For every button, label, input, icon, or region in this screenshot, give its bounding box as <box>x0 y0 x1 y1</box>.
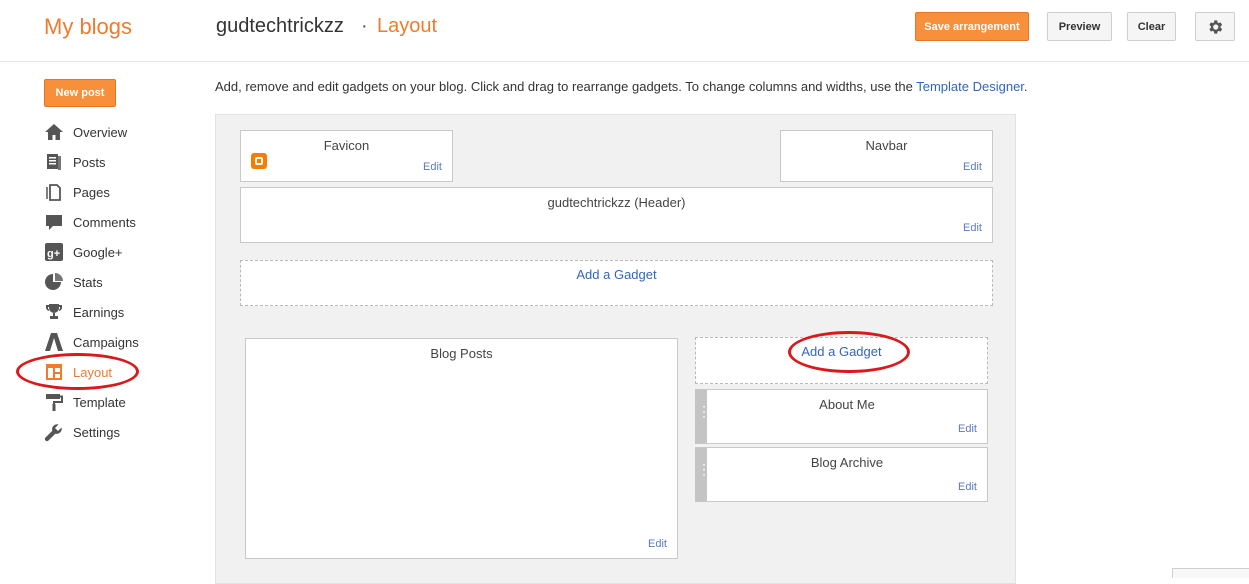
pages-icon <box>46 184 61 201</box>
layout-icon <box>46 364 62 380</box>
intro-description: Add, remove and edit gadgets on your blo… <box>215 79 917 94</box>
gadget-title: Blog Archive <box>810 455 884 470</box>
sidebar-item-label: Overview <box>73 124 128 140</box>
edit-link[interactable]: Edit <box>423 161 442 173</box>
page-title: Layout <box>377 15 438 37</box>
preview-button[interactable]: Preview <box>1047 12 1112 41</box>
svg-text:g+: g+ <box>47 248 60 260</box>
sidebar-item-label: Google+ <box>73 244 123 260</box>
sidebar-item-template[interactable]: Template <box>44 387 184 417</box>
top-bar: My blogs gudtechtrickzz · Layout Save ar… <box>0 0 1249 62</box>
save-arrangement-button[interactable]: Save arrangement <box>915 12 1029 41</box>
sidebar-item-google-plus[interactable]: g+ Google+ <box>44 237 184 267</box>
edit-link[interactable]: Edit <box>958 423 977 435</box>
gadget-title: Favicon <box>323 138 370 153</box>
sidebar-item-posts[interactable]: Posts <box>44 147 184 177</box>
sidebar-item-label: Template <box>73 394 126 410</box>
sidebar-item-label: Layout <box>73 364 113 380</box>
new-post-button[interactable]: New post <box>44 79 116 107</box>
sidebar-item-comments[interactable]: Comments <box>44 207 184 237</box>
blog-name[interactable]: gudtechtrickzz <box>216 15 344 38</box>
sidebar-item-label: Pages <box>73 184 110 200</box>
gadget-header[interactable]: gudtechtrickzz (Header) Edit <box>240 187 993 243</box>
sidebar-item-label: Campaigns <box>73 334 139 350</box>
add-gadget-link[interactable]: Add a Gadget <box>241 267 992 282</box>
gear-icon <box>1209 19 1223 34</box>
blogger-icon <box>251 153 267 169</box>
add-gadget-link[interactable]: Add a Gadget <box>696 344 987 359</box>
title-separator: · <box>361 15 368 37</box>
sidebar-item-layout[interactable]: Layout <box>44 357 184 387</box>
edit-link[interactable]: Edit <box>963 222 982 234</box>
gadget-title: Blog Posts <box>430 346 493 361</box>
posts-icon <box>47 154 61 170</box>
add-gadget-sidebar[interactable]: Add a Gadget <box>695 337 988 384</box>
google-plus-icon: g+ <box>45 243 63 261</box>
pie-chart-icon <box>45 273 63 290</box>
intro-text: Add, remove and edit gadgets on your blo… <box>215 79 1028 94</box>
sidebar-item-settings[interactable]: Settings <box>44 417 184 447</box>
sidebar-item-label: Posts <box>73 154 106 170</box>
adwords-icon <box>45 333 63 351</box>
edit-link[interactable]: Edit <box>648 538 667 550</box>
gadget-title: Navbar <box>865 138 908 153</box>
clear-button[interactable]: Clear <box>1127 12 1176 41</box>
paint-roller-icon <box>46 394 63 411</box>
wrench-icon <box>44 424 62 442</box>
gadget-navbar[interactable]: Navbar Edit <box>780 130 993 182</box>
sidebar-item-stats[interactable]: Stats <box>44 267 184 297</box>
edit-link[interactable]: Edit <box>963 161 982 173</box>
sidebar-item-label: Earnings <box>73 304 125 320</box>
gadget-blog-archive[interactable]: Blog Archive Edit <box>695 447 988 502</box>
sidebar-item-pages[interactable]: Pages <box>44 177 184 207</box>
sidebar-item-earnings[interactable]: Earnings <box>44 297 184 327</box>
my-blogs-link[interactable]: My blogs <box>44 14 132 40</box>
edit-link[interactable]: Edit <box>958 481 977 493</box>
sidebar-item-label: Settings <box>73 424 120 440</box>
add-gadget-cross-column[interactable]: Add a Gadget <box>240 260 993 306</box>
sidebar-item-label: Comments <box>73 214 136 230</box>
sidebar-item-overview[interactable]: Overview <box>44 117 184 147</box>
intro-period: . <box>1023 79 1028 94</box>
sidebar-item-label: Stats <box>73 274 103 290</box>
comment-icon <box>46 215 62 230</box>
gadget-title: gudtechtrickzz (Header) <box>547 195 686 210</box>
layout-canvas: Favicon Edit Navbar Edit gudtechtrickzz … <box>215 114 1016 584</box>
trophy-icon <box>46 304 62 319</box>
gadget-favicon[interactable]: Favicon Edit <box>240 130 453 182</box>
gadget-about-me[interactable]: About Me Edit <box>695 389 988 444</box>
template-designer-link[interactable]: Template Designer <box>916 79 1024 94</box>
gadget-title: About Me <box>819 397 875 412</box>
home-icon <box>45 124 63 140</box>
corner-widget <box>1172 568 1249 578</box>
settings-gear-button[interactable] <box>1195 12 1235 41</box>
sidebar-item-campaigns[interactable]: Campaigns <box>44 327 184 357</box>
gadget-blog-posts[interactable]: Blog Posts Edit <box>245 338 678 559</box>
